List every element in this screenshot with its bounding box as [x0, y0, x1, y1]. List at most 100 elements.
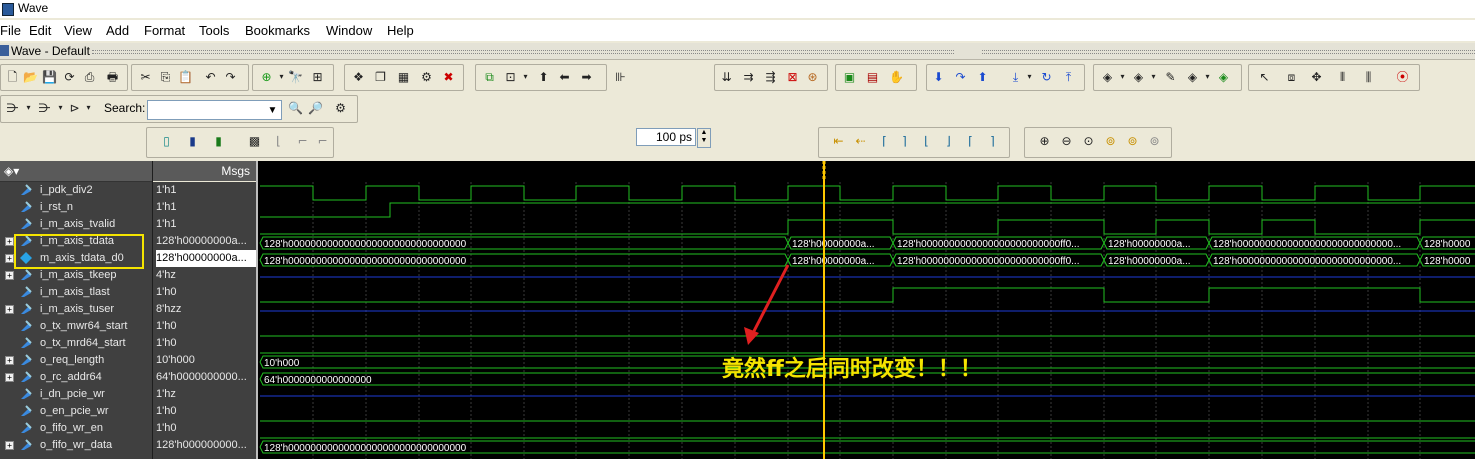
hierarchy-icon[interactable]: ⊞ — [309, 69, 326, 85]
insert-dd-icon[interactable]: ▾ — [20, 100, 37, 116]
wave-style-event-icon[interactable]: ▮ — [210, 133, 227, 149]
print-setup-icon[interactable]: 🖶 — [104, 69, 121, 85]
edge-b-icon[interactable]: ⌉ — [896, 133, 913, 149]
run-length-input[interactable]: 100 ps — [636, 128, 696, 146]
wave-add-icon[interactable]: ⧉ — [481, 69, 498, 85]
expand-icon[interactable]: + — [5, 373, 14, 382]
menu-help[interactable]: Help — [387, 23, 414, 38]
step-dd-icon[interactable]: ▾ — [1021, 69, 1038, 85]
layout-c-icon[interactable]: ✎ — [1162, 69, 1179, 85]
hand-icon[interactable]: ✋ — [888, 69, 905, 85]
run-length-spinner[interactable]: ▲ ▼ — [697, 128, 711, 148]
wave-style-a-icon[interactable]: ▩ — [246, 133, 263, 149]
search-options-icon[interactable]: ⚙ — [332, 100, 349, 116]
copy-icon[interactable]: ⎘ — [157, 69, 174, 85]
undo-icon[interactable]: ↶ — [202, 69, 219, 85]
search-back-icon[interactable]: 🔎 — [307, 100, 324, 116]
insert-b-icon[interactable]: ⋺ — [36, 100, 53, 116]
open-folder-icon[interactable]: 📂 — [22, 69, 39, 85]
save-icon[interactable]: 💾 — [41, 69, 58, 85]
cut-icon[interactable]: ✂ — [137, 69, 154, 85]
compile-all-icon[interactable]: ❐ — [372, 69, 389, 85]
simulate-icon[interactable]: ⚙ — [418, 69, 435, 85]
edge-prev-icon[interactable]: ⇠ — [852, 133, 869, 149]
signal-row[interactable]: o_fifo_wr_en — [0, 420, 152, 437]
step-over-icon[interactable]: ↷ — [952, 69, 969, 85]
continue-icon[interactable]: ⇉ — [740, 69, 757, 85]
insert-icon[interactable]: ⋺ — [4, 100, 21, 116]
expand-icon[interactable]: + — [5, 305, 14, 314]
signal-row[interactable]: i_m_axis_tlast — [0, 284, 152, 301]
zoom-out-icon[interactable]: ⊖ — [1058, 133, 1075, 149]
reload-icon[interactable]: ⟳ — [61, 69, 78, 85]
wave-style-literal-icon[interactable]: ▯ — [158, 133, 175, 149]
move-icon[interactable]: ✥ — [1308, 69, 1325, 85]
zoom-range-icon[interactable]: ⊚ — [1124, 133, 1141, 149]
probe-clear-icon[interactable]: ▤ — [864, 69, 881, 85]
waveform-pane[interactable]: 128'h00000000000000000000000000000000 12… — [258, 161, 1475, 459]
signal-row[interactable]: o_tx_mwr64_start — [0, 318, 152, 335]
signal-row[interactable]: + i_m_axis_tkeep — [0, 267, 152, 284]
signal-row[interactable]: i_m_axis_tvalid — [0, 216, 152, 233]
drag-grip[interactable] — [92, 50, 954, 54]
arrow-left-icon[interactable]: ⬅ — [556, 69, 573, 85]
edge-f-icon[interactable]: ⌉ — [984, 133, 1001, 149]
menu-tools[interactable]: Tools — [199, 23, 229, 38]
step-out-2-icon[interactable]: ⤒ — [1060, 69, 1077, 85]
search-forward-icon[interactable]: 🔍 — [287, 100, 304, 116]
menu-edit[interactable]: Edit — [29, 23, 51, 38]
print-icon[interactable]: ⎙ — [81, 69, 98, 85]
wave-style-c-icon[interactable]: ⌐ — [294, 133, 311, 149]
expand-icon[interactable]: + — [5, 254, 14, 263]
zoom-box-icon[interactable]: ⧈ — [1283, 69, 1300, 85]
layout-d-dd-icon[interactable]: ▾ — [1199, 69, 1216, 85]
select-pointer-icon[interactable]: ↖ — [1256, 69, 1273, 85]
layout-b-dd-icon[interactable]: ▾ — [1145, 69, 1162, 85]
wave-format-dropdown-icon[interactable]: ▾ — [517, 69, 534, 85]
traffic-icon[interactable]: ⦿ — [1394, 69, 1411, 85]
compile-selected-icon[interactable]: ▦ — [395, 69, 412, 85]
signals-group-icon[interactable]: ◈▾ — [4, 164, 19, 178]
edge-first-icon[interactable]: ⇤ — [830, 133, 847, 149]
expand-icon[interactable]: + — [5, 271, 14, 280]
search-dropdown-icon[interactable]: ▼ — [264, 100, 282, 120]
edge-e-icon[interactable]: ⌈ — [962, 133, 979, 149]
menu-format[interactable]: Format — [144, 23, 185, 38]
arrow-up-icon[interactable]: ⬆ — [535, 69, 552, 85]
zoom-full-icon[interactable]: ⊙ — [1080, 133, 1097, 149]
find-icon[interactable]: 🔭 — [287, 69, 304, 85]
waveform-canvas[interactable]: 128'h00000000000000000000000000000000 12… — [258, 161, 1475, 459]
layout-e-icon[interactable]: ◈ — [1215, 69, 1232, 85]
signal-row[interactable]: i_pdk_div2 — [0, 182, 152, 199]
signal-row[interactable]: + o_rc_addr64 — [0, 369, 152, 386]
wave-style-logic-icon[interactable]: ▮ — [184, 133, 201, 149]
search-input[interactable] — [147, 100, 270, 120]
expand-icon[interactable]: + — [5, 356, 14, 365]
new-file-icon[interactable]: 🗋 — [4, 69, 21, 85]
run-length-icon[interactable]: ⊪ — [612, 69, 629, 85]
run-icon[interactable]: ⇊ — [718, 69, 735, 85]
signal-row[interactable]: + o_fifo_wr_data — [0, 437, 152, 454]
step-over-2-icon[interactable]: ↻ — [1038, 69, 1055, 85]
signal-row[interactable]: + i_m_axis_tuser — [0, 301, 152, 318]
insert-c-dd-icon[interactable]: ▾ — [80, 100, 97, 116]
layout-a-dd-icon[interactable]: ▾ — [1114, 69, 1131, 85]
drag-grip-right[interactable] — [982, 50, 1475, 54]
menu-window[interactable]: Window — [326, 23, 372, 38]
menu-view[interactable]: View — [64, 23, 92, 38]
wave-style-d-icon[interactable]: ⌐ — [314, 133, 331, 149]
compile-icon[interactable]: ❖ — [350, 69, 367, 85]
signal-row[interactable]: o_en_pcie_wr — [0, 403, 152, 420]
step-into-icon[interactable]: ⬇ — [930, 69, 947, 85]
stop-icon[interactable]: ⊠ — [784, 69, 801, 85]
signal-row[interactable]: o_tx_mrd64_start — [0, 335, 152, 352]
break-icon[interactable]: ✖ — [440, 69, 457, 85]
redo-icon[interactable]: ↷ — [222, 69, 239, 85]
arrow-right-icon[interactable]: ➡ — [578, 69, 595, 85]
edge-d-icon[interactable]: ⌋ — [940, 133, 957, 149]
zoom-in-icon[interactable]: ⊕ — [1036, 133, 1053, 149]
zoom-cursor-icon[interactable]: ⊚ — [1102, 133, 1119, 149]
expand-icon[interactable]: + — [5, 441, 14, 450]
step-out-icon[interactable]: ⬆ — [974, 69, 991, 85]
zoom-last-icon[interactable]: ⊚ — [1146, 133, 1163, 149]
